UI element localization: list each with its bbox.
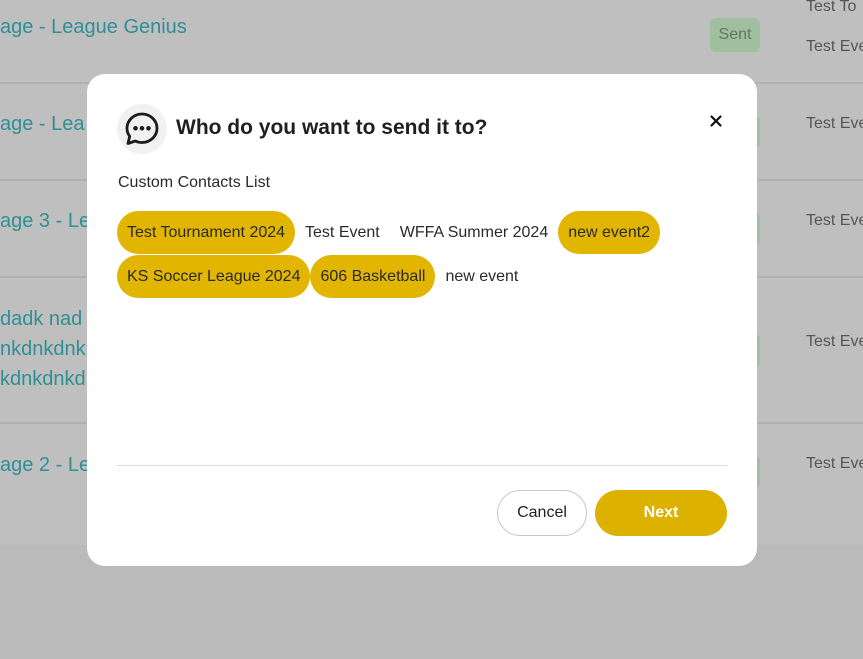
- row-event: Test Eve: [806, 455, 863, 472]
- row-title: nkdnkdnk: [0, 338, 86, 360]
- row-title: age - League Genius: [0, 16, 187, 38]
- contact-chip[interactable]: new event: [435, 255, 528, 298]
- footer-divider: [117, 465, 727, 466]
- row-title: age - Lea: [0, 113, 85, 135]
- close-icon: [710, 115, 722, 127]
- row-title: dadk nad: [0, 308, 83, 330]
- contact-chip[interactable]: Test Event: [295, 211, 390, 254]
- dialog-title: Who do you want to send it to?: [176, 116, 488, 139]
- contact-chip[interactable]: new event2: [558, 211, 661, 254]
- row-title: age 2 - Le: [0, 454, 91, 476]
- contact-chip[interactable]: WFFA Summer 2024: [390, 211, 559, 254]
- send-to-dialog: Who do you want to send it to? Custom Co…: [87, 74, 757, 566]
- contacts-list-label: Custom Contacts List: [118, 174, 271, 191]
- contact-chip[interactable]: KS Soccer League 2024: [117, 255, 311, 298]
- next-button[interactable]: Next: [595, 490, 727, 536]
- close-button[interactable]: [703, 108, 729, 134]
- row-event: Test Eve: [806, 212, 863, 229]
- cancel-button[interactable]: Cancel: [497, 490, 587, 536]
- row-title: age 3 - Le: [0, 210, 91, 232]
- table-row: age - League Genius Sent Test To Test Ev…: [0, 0, 863, 84]
- contacts-chip-list: Test Tournament 2024 Test Event WFFA Sum…: [117, 211, 707, 298]
- row-event: Test Eve: [806, 38, 863, 55]
- contact-chip[interactable]: Test Tournament 2024: [117, 211, 296, 254]
- row-event: Test To: [806, 0, 857, 15]
- row-title: kdnkdnkd: [0, 368, 86, 390]
- contact-chip[interactable]: 606 Basketball: [310, 255, 436, 298]
- row-event: Test Eve: [806, 115, 863, 132]
- status-badge: Sent: [710, 18, 760, 52]
- chat-bubble-icon: [117, 104, 167, 154]
- row-event: Test Eve: [806, 333, 863, 350]
